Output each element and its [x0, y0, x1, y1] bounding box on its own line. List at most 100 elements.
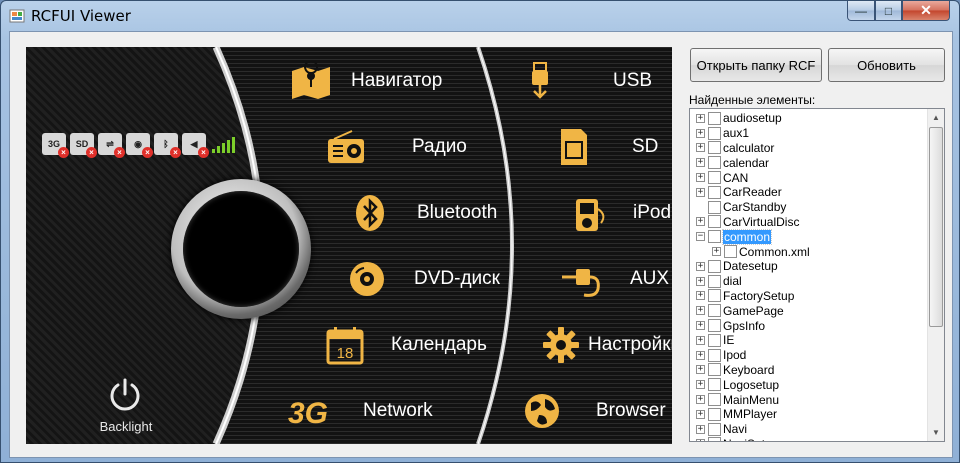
- expand-icon[interactable]: +: [696, 409, 705, 419]
- expand-icon[interactable]: +: [696, 291, 705, 301]
- tree-node-checkbox[interactable]: [708, 215, 721, 229]
- tree-node-label: NaviSet: [723, 437, 765, 441]
- tree-node-checkbox[interactable]: [708, 393, 721, 407]
- bluetooth-status-icon: ᛒ ×: [154, 133, 181, 158]
- tree-node[interactable]: + MainMenu: [696, 392, 779, 407]
- tree-node[interactable]: − common: [696, 228, 773, 245]
- expand-icon[interactable]: +: [696, 439, 705, 441]
- tree-node[interactable]: + Datesetup: [696, 259, 778, 274]
- tree-node-checkbox[interactable]: [708, 422, 721, 436]
- collapse-icon[interactable]: −: [696, 232, 705, 242]
- expand-icon[interactable]: +: [696, 276, 705, 286]
- expand-icon[interactable]: +: [696, 217, 705, 227]
- tree-node-checkbox[interactable]: [708, 141, 721, 155]
- menu-item-радио[interactable]: Радио: [322, 127, 512, 167]
- tree-node[interactable]: + dial: [696, 274, 742, 289]
- menu-item-network[interactable]: 3G Network: [284, 391, 474, 431]
- menu-item-ipod[interactable]: iPod: [563, 193, 672, 233]
- expand-icon[interactable]: +: [696, 380, 705, 390]
- tree-node-checkbox[interactable]: [708, 230, 721, 244]
- tree-node[interactable]: + CarVirtualDisc: [696, 215, 799, 230]
- tree-node-checkbox[interactable]: [708, 304, 721, 318]
- tree-node[interactable]: + aux1: [696, 126, 749, 141]
- expand-icon[interactable]: +: [696, 306, 705, 316]
- tree-node[interactable]: + audiosetup: [696, 111, 782, 126]
- tree-node[interactable]: + Ipod: [696, 348, 746, 363]
- tree-node-checkbox[interactable]: [708, 259, 721, 273]
- tree-node[interactable]: + calculator: [696, 141, 774, 156]
- tree-node-checkbox[interactable]: [708, 363, 721, 377]
- tree-node-label: IE: [723, 333, 735, 348]
- scroll-thumb[interactable]: [929, 127, 943, 327]
- scroll-up-arrow-icon[interactable]: ▲: [928, 109, 944, 126]
- tree-node-checkbox[interactable]: [708, 289, 721, 303]
- menu-item-aux[interactable]: AUX: [558, 259, 672, 299]
- menu-item-bluetooth[interactable]: Bluetooth: [346, 193, 536, 233]
- maximize-button[interactable]: □: [875, 1, 902, 21]
- expand-icon[interactable]: +: [696, 335, 705, 345]
- element-tree[interactable]: + audiosetup + aux1 + calculator + calendar + CAN…: [689, 108, 945, 442]
- tree-node[interactable]: + Common.xml: [712, 244, 810, 259]
- expand-icon[interactable]: +: [712, 247, 721, 257]
- tree-node[interactable]: CarStandby: [696, 200, 786, 215]
- tree-node-checkbox[interactable]: [708, 126, 721, 140]
- title-bar[interactable]: RCFUI Viewer — □ ✕: [1, 1, 959, 31]
- menu-item-label: Bluetooth: [417, 202, 498, 223]
- tree-node-checkbox[interactable]: [708, 437, 721, 441]
- refresh-button[interactable]: Обновить: [828, 48, 945, 82]
- expand-icon[interactable]: +: [696, 321, 705, 331]
- tree-node[interactable]: + MMPlayer: [696, 407, 777, 422]
- expand-icon[interactable]: +: [696, 173, 705, 183]
- tree-node[interactable]: + Keyboard: [696, 363, 774, 378]
- minimize-button[interactable]: —: [847, 1, 875, 21]
- tree-scrollbar[interactable]: ▲ ▼: [927, 109, 944, 441]
- expand-icon[interactable]: +: [696, 143, 705, 153]
- menu-item-browser[interactable]: Browser: [519, 391, 672, 431]
- tree-node-checkbox[interactable]: [708, 185, 721, 199]
- expand-icon[interactable]: +: [696, 261, 705, 271]
- expand-icon[interactable]: +: [696, 187, 705, 197]
- menu-item-dvd-диск[interactable]: DVD-диск: [344, 259, 534, 299]
- tree-node-checkbox[interactable]: [708, 407, 721, 421]
- tree-node[interactable]: + GpsInfo: [696, 318, 765, 333]
- tree-node-checkbox[interactable]: [708, 333, 721, 347]
- tree-node-checkbox[interactable]: [708, 319, 721, 333]
- open-rcf-folder-button[interactable]: Открыть папку RCF: [690, 48, 822, 82]
- tree-node-checkbox[interactable]: [708, 378, 721, 392]
- expand-icon[interactable]: +: [696, 350, 705, 360]
- expand-icon[interactable]: +: [696, 395, 705, 405]
- tree-node-checkbox[interactable]: [724, 245, 737, 259]
- menu-item-sd[interactable]: SD: [549, 127, 672, 167]
- tree-node[interactable]: + FactorySetup: [696, 289, 794, 304]
- menu-item-календарь[interactable]: 18 Календарь: [322, 325, 512, 365]
- tree-node[interactable]: + IE: [696, 333, 734, 348]
- tree-node-label: common: [721, 228, 773, 245]
- menu-item-label: Навигатор: [351, 70, 443, 91]
- expand-icon[interactable]: +: [696, 365, 705, 375]
- tree-node-checkbox[interactable]: [708, 111, 721, 125]
- tree-node[interactable]: + calendar: [696, 155, 769, 170]
- expand-icon[interactable]: +: [696, 158, 705, 168]
- tree-node[interactable]: + CAN: [696, 170, 748, 185]
- tree-node-checkbox[interactable]: [708, 200, 721, 214]
- tree-node[interactable]: + GamePage: [696, 303, 784, 318]
- menu-item-навигатор[interactable]: Навигатор: [288, 61, 478, 101]
- tree-node[interactable]: + Navi: [696, 422, 747, 437]
- tree-node[interactable]: + NaviSet: [696, 437, 765, 441]
- tree-node-checkbox[interactable]: [708, 274, 721, 288]
- expand-icon[interactable]: +: [696, 424, 705, 434]
- expand-icon[interactable]: +: [696, 128, 705, 138]
- power-icon[interactable]: [108, 377, 142, 411]
- close-button[interactable]: ✕: [902, 1, 950, 21]
- menu-item-usb[interactable]: USB: [517, 61, 672, 101]
- tree-node-checkbox[interactable]: [708, 171, 721, 185]
- tree-node-checkbox[interactable]: [708, 156, 721, 170]
- scroll-down-arrow-icon[interactable]: ▼: [928, 424, 944, 441]
- tree-node[interactable]: + CarReader: [696, 185, 782, 200]
- tree-node-label: Keyboard: [723, 362, 775, 377]
- expand-icon[interactable]: +: [696, 113, 705, 123]
- tree-node[interactable]: + Logosetup: [696, 377, 779, 392]
- menu-item-настройки[interactable]: Настройки: [538, 325, 672, 365]
- tree-node-checkbox[interactable]: [708, 348, 721, 362]
- control-knob[interactable]: [171, 179, 311, 319]
